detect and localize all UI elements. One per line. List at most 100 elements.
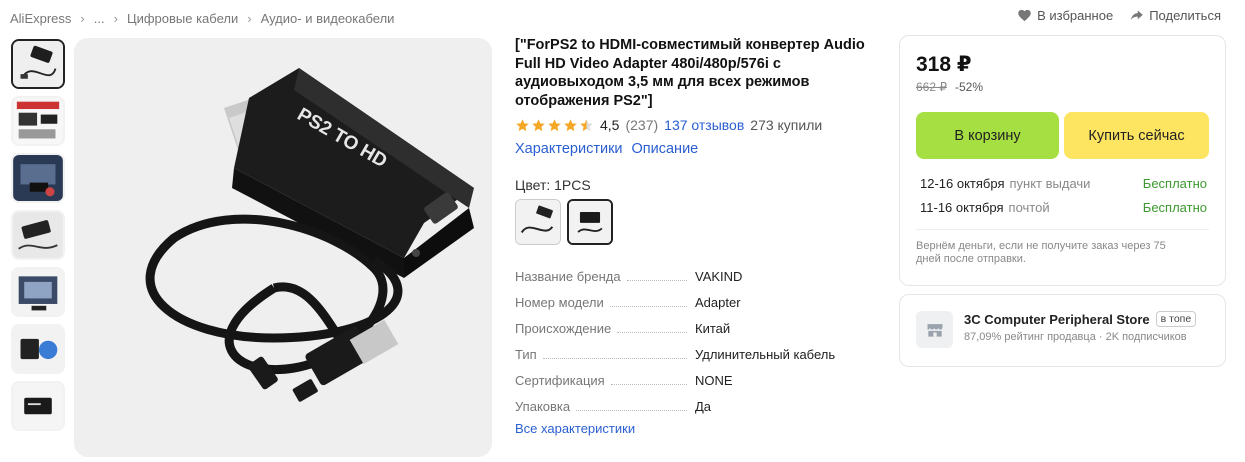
color-variants (515, 199, 875, 245)
product-info: ["ForPS2 to HDMI-совместимый конвертер A… (515, 36, 875, 436)
thumbnail-7[interactable] (11, 381, 65, 431)
spec-key-cell: Происхождение (515, 321, 695, 337)
store-card[interactable]: 3C Computer Peripheral Store в топе 87,0… (899, 294, 1226, 367)
spec-value: VAKIND (695, 269, 743, 284)
spec-key: Упаковка (515, 399, 571, 414)
star-icon (580, 118, 593, 131)
color-label: Цвет: 1PCS (515, 177, 591, 193)
refund-note: Вернём деньги, если не получите заказ че… (916, 240, 1166, 265)
thumbnail-list (11, 39, 65, 438)
spec-list: Название бренда VAKIND Номер модели Adapter… (515, 259, 875, 415)
buy-now-button[interactable]: Купить сейчас (1064, 112, 1209, 159)
breadcrumb-item-digital-cables[interactable]: Цифровые кабели (127, 11, 238, 26)
thumbnail-5[interactable] (11, 267, 65, 317)
thumbnail-4[interactable] (11, 210, 65, 260)
delivery-dates: 12-16 октября (920, 175, 1005, 191)
delivery-cost: Бесплатно (1142, 175, 1207, 191)
rating-value: 4,5 (600, 117, 620, 133)
chevron-right-icon: › (247, 10, 252, 26)
all-specs-link[interactable]: Все характеристики (515, 421, 875, 436)
spec-row: Упаковка Да (515, 389, 875, 415)
breadcrumb-item-av-cables[interactable]: Аудио- и видеокабели (261, 11, 395, 26)
thumbnail-2[interactable] (11, 96, 65, 146)
variant-option-1[interactable] (515, 199, 561, 245)
heart-icon (1018, 9, 1031, 22)
thumbnail-3[interactable] (11, 153, 65, 203)
product-main-image[interactable]: PS2 TO HD (74, 38, 492, 457)
spec-key: Номер модели (515, 295, 604, 310)
rating-stars (515, 118, 594, 133)
spec-value: Китай (695, 321, 731, 336)
delivery-dates: 11-16 октября (920, 199, 1004, 215)
buy-box: 318 ₽ 662 ₽ -52% В корзину Купить сейчас… (899, 35, 1226, 286)
add-to-cart-button[interactable]: В корзину (916, 112, 1059, 159)
breadcrumb-item-ellipsis[interactable]: ... (94, 11, 105, 26)
spec-key-cell: Название бренда (515, 269, 695, 285)
favorite-label: В избранное (1037, 8, 1114, 23)
dotted-leader (617, 332, 687, 333)
old-price: 662 ₽ (916, 80, 947, 94)
spec-value: Adapter (695, 295, 741, 310)
breadcrumb-item-home[interactable]: AliExpress (10, 11, 71, 26)
tab-specifications[interactable]: Характеристики (515, 141, 623, 157)
delivery-option-post: 11-16 октября почтой Бесплатно (916, 195, 1209, 219)
store-icon (927, 323, 942, 337)
thumbnail-1[interactable] (11, 39, 65, 89)
tab-description[interactable]: Описание (632, 141, 699, 157)
rating-row: 4,5 (237) 137 отзывов 273 купили (515, 117, 875, 133)
dotted-leader (576, 410, 687, 411)
delivery-method: почтой (1008, 199, 1050, 215)
divider (916, 229, 1209, 230)
delivery-method: пункт выдачи (1009, 175, 1091, 191)
dotted-leader (610, 384, 687, 385)
reviews-link[interactable]: 137 отзывов (664, 117, 744, 133)
spec-value: Удлинительный кабель (695, 347, 836, 362)
thumbnail-6[interactable] (11, 324, 65, 374)
top-actions: В избранное Поделиться (1017, 8, 1221, 23)
store-name-row: 3C Computer Peripheral Store в топе (964, 311, 1197, 327)
dotted-leader (609, 306, 687, 307)
breadcrumb: AliExpress › ... › Цифровые кабели › Ауд… (10, 8, 394, 28)
store-logo (916, 311, 953, 348)
store-meta: 87,09% рейтинг продавца · 2K подписчиков (964, 331, 1187, 343)
spec-key-cell: Сертификация (515, 373, 695, 389)
store-name[interactable]: 3C Computer Peripheral Store (964, 312, 1150, 327)
sold-count: 273 купили (750, 117, 823, 133)
price-details: 662 ₽ -52% (916, 80, 1209, 94)
top-badge: в топе (1155, 311, 1197, 327)
spec-value: NONE (695, 373, 733, 388)
spec-key: Происхождение (515, 321, 612, 336)
dotted-leader (626, 280, 687, 281)
favorite-button[interactable]: В избранное (1017, 8, 1113, 23)
share-label: Поделиться (1149, 8, 1221, 23)
product-title: ["ForPS2 to HDMI-совместимый конвертер A… (515, 37, 865, 109)
spec-key: Тип (515, 347, 537, 362)
spec-key: Название бренда (515, 269, 621, 284)
spec-key: Сертификация (515, 373, 605, 388)
chevron-right-icon: › (113, 10, 118, 26)
star-icon (516, 118, 529, 131)
share-icon (1131, 10, 1143, 20)
dotted-leader (542, 358, 687, 359)
share-button[interactable]: Поделиться (1129, 8, 1221, 23)
variant-option-2[interactable] (567, 199, 613, 245)
delivery-options: 12-16 октября пункт выдачи Бесплатно 11-1… (916, 171, 1209, 219)
spec-key-cell: Номер модели (515, 295, 695, 311)
chevron-right-icon: › (80, 10, 85, 26)
spec-value: Да (695, 399, 712, 414)
star-icon (548, 118, 561, 131)
spec-key-cell: Тип (515, 347, 695, 363)
star-icon (532, 118, 545, 131)
rating-count: (237) (625, 117, 659, 133)
spec-row: Номер модели Adapter (515, 285, 875, 311)
star-icon (564, 118, 577, 131)
store-info: 3C Computer Peripheral Store в топе 87,0… (964, 311, 1197, 350)
buy-buttons: В корзину Купить сейчас (916, 112, 1209, 159)
spec-row: Происхождение Китай (515, 311, 875, 337)
spec-key-cell: Упаковка (515, 399, 695, 415)
spec-row: Тип Удлинительный кабель (515, 337, 875, 363)
delivery-option-pickup: 12-16 октября пункт выдачи Бесплатно (916, 171, 1209, 195)
discount: -52% (955, 80, 984, 94)
spec-row: Название бренда VAKIND (515, 259, 875, 285)
delivery-cost: Бесплатно (1142, 199, 1207, 215)
